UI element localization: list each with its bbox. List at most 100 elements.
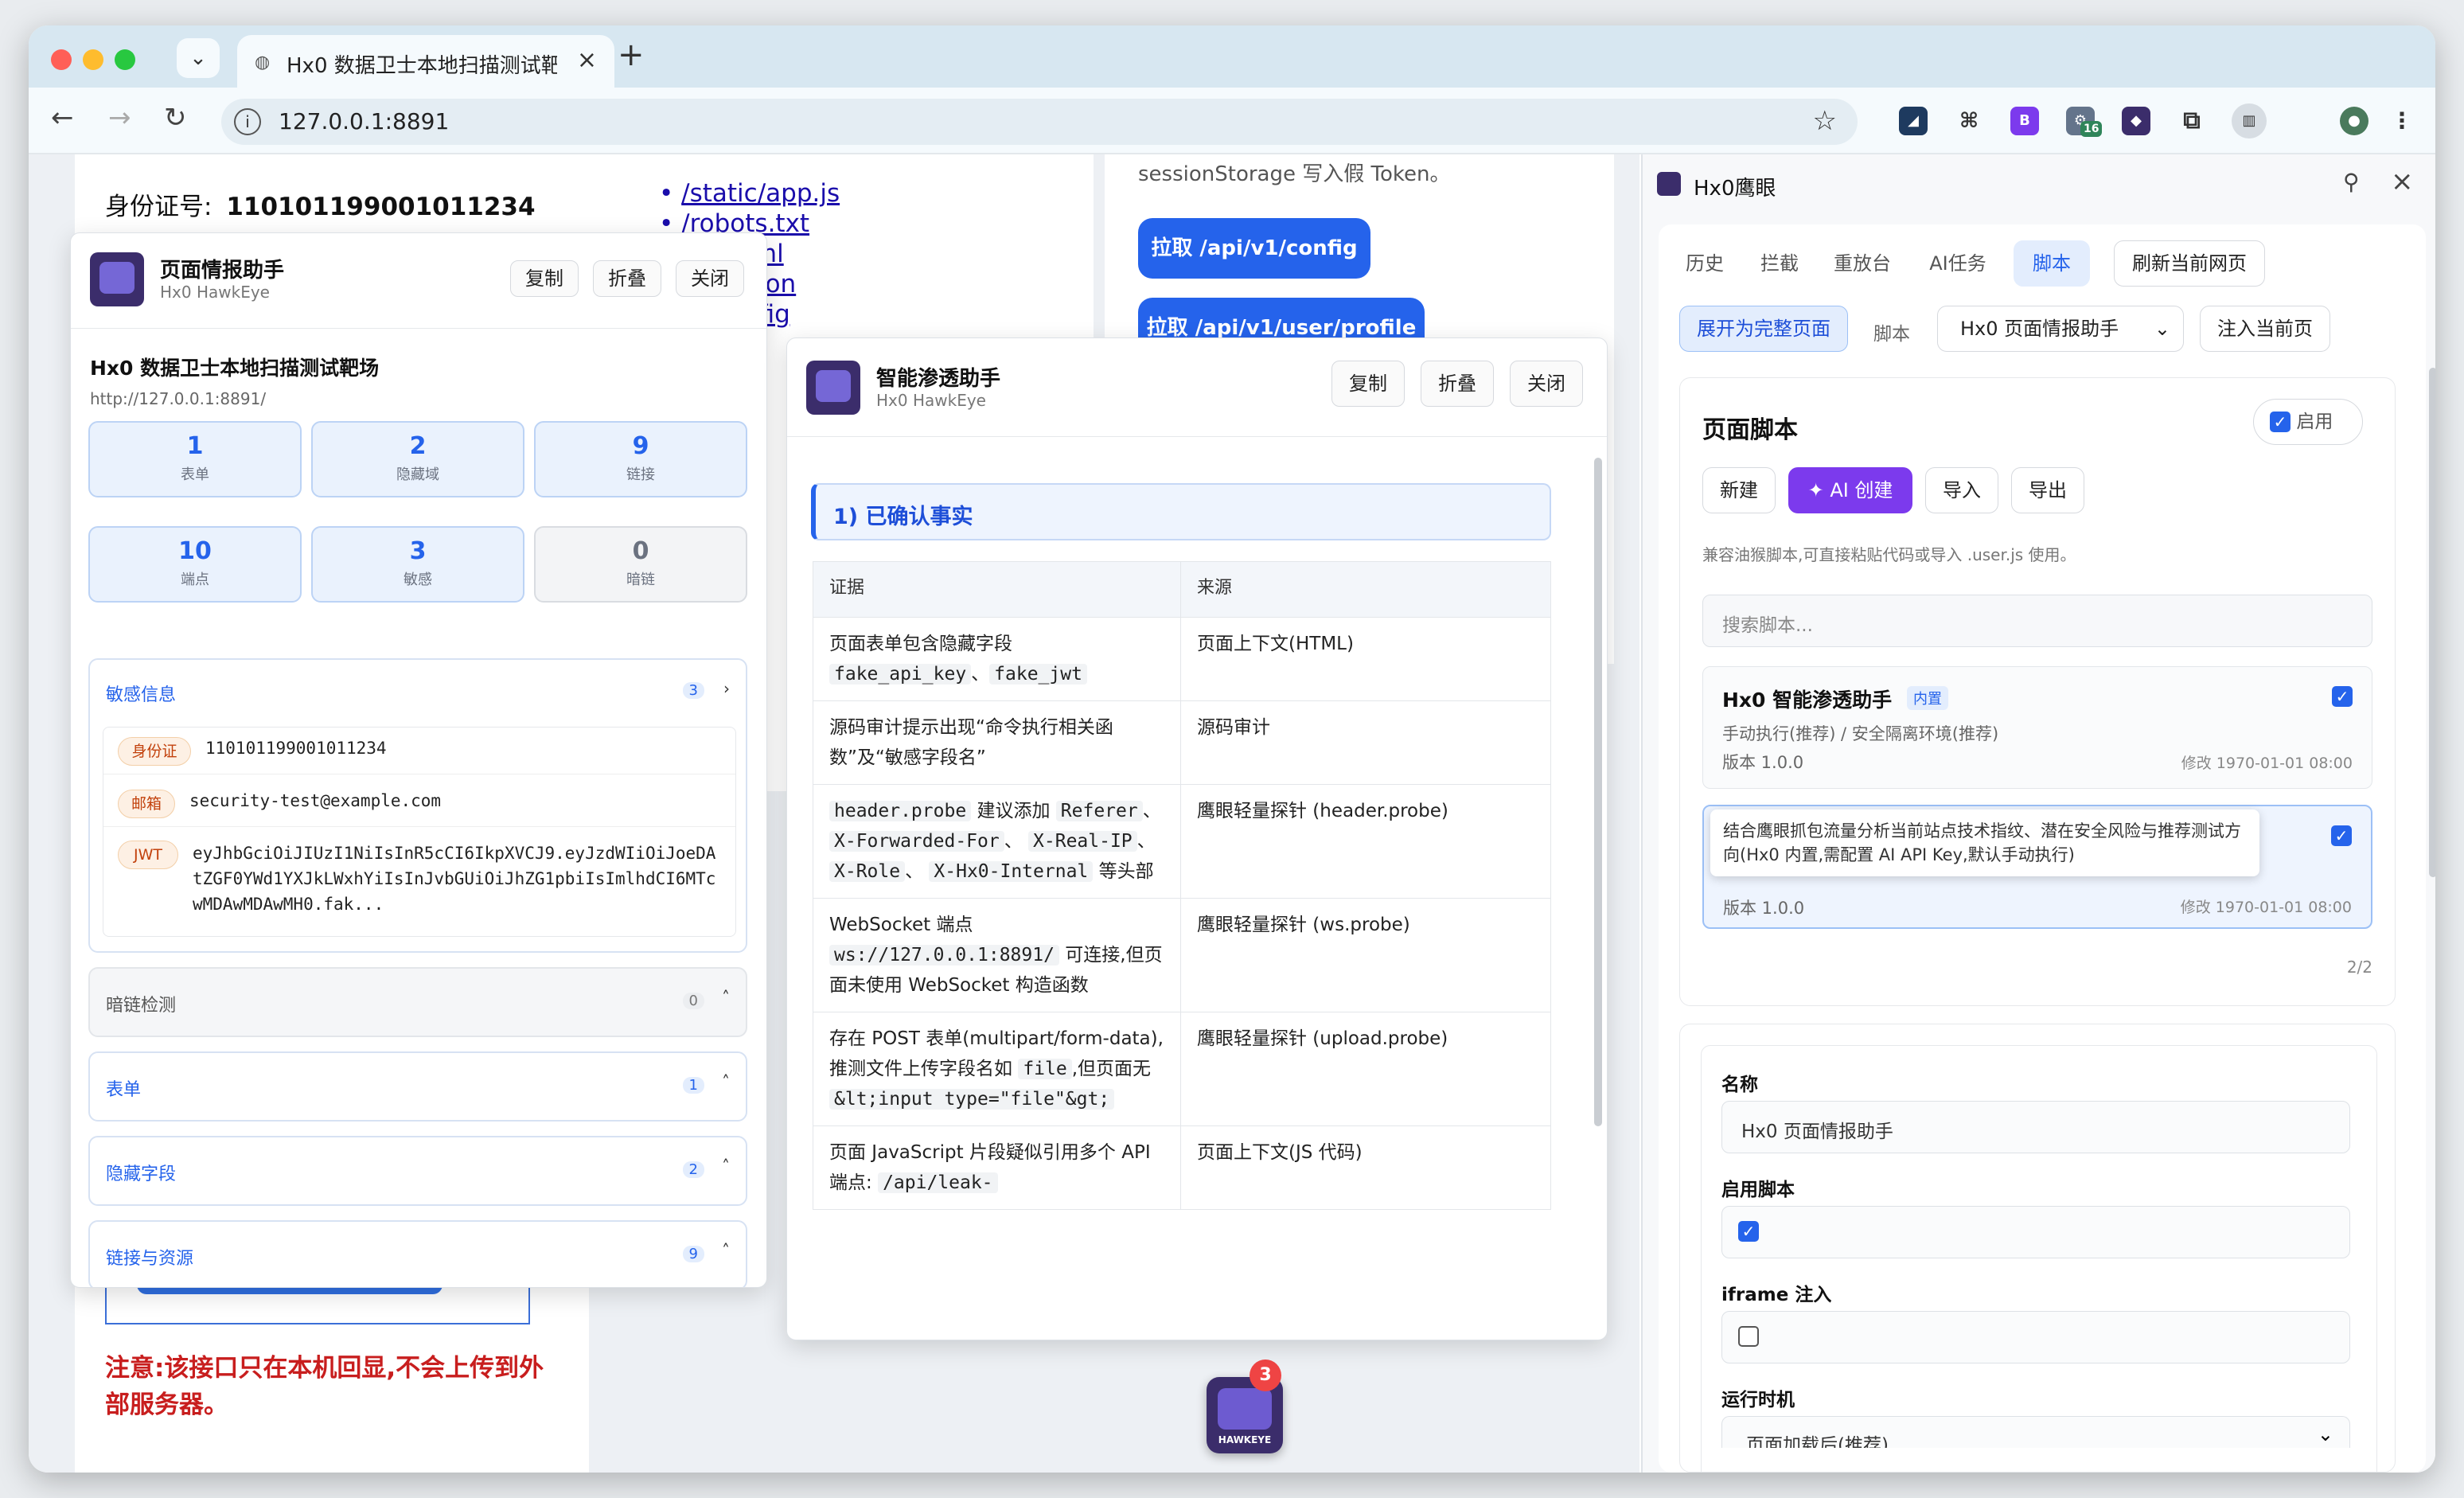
maximize-window-button[interactable] [115,49,135,70]
fold-button[interactable]: 折叠 [593,260,661,297]
browser-tab[interactable]: ◍ Hx0 数据卫士本地扫描测试靶场 × [237,35,614,88]
tab-search-button[interactable]: ⌄ [177,38,220,78]
extension-icon[interactable]: ◢ [1899,107,1928,135]
profile-avatar[interactable]: ● [2340,107,2368,135]
hawkeye-extension-icon[interactable]: ◆ [2122,107,2150,135]
enable-checkbox[interactable]: ✓ [2270,412,2291,432]
ai-create-button[interactable]: ✦ AI 创建 [1788,467,1912,513]
sensitive-jwt-value: eyJhbGciOiJIUzI1NiIsInR5cCI6IkpXVCJ9.eyJ… [193,844,716,914]
close-button[interactable]: 关闭 [1510,361,1583,407]
scanned-page-title: Hx0 数据卫士本地扫描测试靶场 [90,357,380,380]
popup-scrollbar[interactable] [1594,458,1602,1126]
search-placeholder: 搜索脚本... [1722,615,1813,636]
confirmed-facts-heading: 1) 已确认事实 [811,483,1551,540]
script-search-input[interactable]: 搜索脚本... [1702,595,2372,647]
script-version: 版本 1.0.0 [1723,899,1805,918]
tab-ai-tasks[interactable]: AI任务 [1913,240,2002,287]
forward-icon[interactable]: → [108,102,131,134]
script-enabled-checkbox[interactable]: ✓ [2332,686,2353,707]
expand-full-page-button[interactable]: 展开为完整页面 [1679,306,1848,352]
links-resources-section[interactable]: 链接与资源 9 ˄ [88,1220,747,1287]
tab-history[interactable]: 历史 [1671,240,1738,287]
close-panel-icon[interactable]: × [2391,166,2414,197]
tab-intercept[interactable]: 拦截 [1746,240,1813,287]
copy-button[interactable]: 复制 [1331,361,1405,407]
stat-links[interactable]: 9 链接 [534,421,747,497]
enable-script-label: 启用脚本 [1721,1180,1795,1200]
enable-script-field: ✓ [1721,1206,2350,1258]
iframe-inject-checkbox[interactable] [1738,1326,1759,1347]
globe-icon: ◍ [255,53,271,72]
hawkeye-floating-button[interactable]: HAWKEYE 3 [1207,1360,1283,1453]
minimize-window-button[interactable] [83,49,103,70]
run-at-select[interactable]: 页面加载后(推荐) ⌄ [1721,1416,2350,1448]
side-panel-icon[interactable]: ▥ [2232,103,2267,138]
stat-dark-links[interactable]: 0 暗链 [534,526,747,603]
close-tab-icon[interactable]: × [577,46,597,74]
links-resources-count: 9 [682,1246,704,1262]
robot-extension-icon[interactable]: ⌘ [1955,107,1983,135]
evidence-cell: WebSocket 端点 ws://127.0.0.1:8891/ 可连接,但页… [813,898,1181,1012]
fetch-config-button[interactable]: 拉取 /api/v1/config [1138,218,1370,279]
tab-title: Hx0 数据卫士本地扫描测试靶场 [287,54,557,78]
import-button[interactable]: 导入 [1925,467,1998,513]
script-item[interactable]: Hx0 智能渗透助手 内置 手动执行(推荐) / 安全隔离环境(推荐) 版本 1… [1702,666,2372,789]
script-select[interactable]: Hx0 页面情报助手 ⌄ [1937,306,2184,352]
compat-note: 兼容油猴脚本,可直接粘贴代码或导入 .user.js 使用。 [1702,545,2076,564]
reload-icon[interactable]: ↻ [164,102,187,134]
confirmed-facts-title: 1) 已确认事实 [833,505,973,529]
hidden-fields-section[interactable]: 隐藏字段 2 ˄ [88,1136,747,1206]
puzzle-icon[interactable]: ⧉ [2177,107,2206,135]
sensitive-id-value: 110101199001011234 [205,739,387,758]
evidence-cell: header.probe 建议添加 Referer、 X-Forwarded-F… [813,784,1181,899]
tab-replay[interactable]: 重放台 [1821,240,1904,287]
address-bar[interactable]: i 127.0.0.1:8891 ☆ [221,99,1858,145]
link-app-js[interactable]: • /static/app.js [659,178,840,209]
forms-section[interactable]: 表单 1 ˄ [88,1051,747,1122]
refresh-page-button[interactable]: 刷新当前网页 [2114,240,2265,287]
tab-strip: ⌄ ◍ Hx0 数据卫士本地扫描测试靶场 × + [29,25,2435,88]
session-note: sessionStorage 写入假 Token。 [1138,162,1451,186]
bookmark-star-icon[interactable]: ☆ [1813,105,1837,137]
inject-page-button[interactable]: 注入当前页 [2200,306,2330,352]
panel-scrollbar[interactable] [2429,368,2435,877]
script-item-selected[interactable]: 版本 1.0.0 修改 1970-01-01 08:00 ✓ 结合鹰眼抓包流量分… [1702,805,2372,929]
stat-endpoints[interactable]: 10 端点 [88,526,302,603]
b-extension-icon[interactable]: B [2010,107,2039,135]
evidence-cell: 页面 JavaScript 片段疑似引用多个 API 端点: /api/leak… [813,1125,1181,1210]
enable-toggle[interactable]: ✓ 启用 [2253,399,2363,445]
forms-count: 1 [682,1077,704,1094]
source-cell: 源码审计 [1180,700,1551,785]
pin-icon[interactable]: ⚲ [2343,169,2360,195]
fold-button[interactable]: 折叠 [1421,361,1494,407]
tag-jwt: JWT [118,841,178,869]
sensitive-items-list: 身份证 110101199001011234 邮箱 security-test@… [103,727,736,937]
copy-button[interactable]: 复制 [510,260,579,297]
tab-scripts[interactable]: 脚本 [2014,240,2090,287]
name-input[interactable]: Hx0 页面情报助手 [1721,1101,2350,1153]
enable-script-checkbox[interactable]: ✓ [1738,1221,1759,1242]
badge-extension-icon[interactable]: ⚙ 16 [2066,107,2103,137]
menu-icon[interactable]: ⋮ [2388,107,2416,135]
script-desc: 手动执行(推荐) / 安全隔离环境(推荐) [1722,724,1999,743]
close-button[interactable]: 关闭 [676,260,744,297]
stat-hidden-fields[interactable]: 2 隐藏域 [311,421,524,497]
chevron-down-icon: ⌄ [2317,1423,2333,1445]
dark-link-section[interactable]: 暗链检测 0 ˄ [88,967,747,1037]
new-tab-button[interactable]: + [618,37,645,73]
close-window-button[interactable] [51,49,72,70]
script-enabled-checkbox[interactable]: ✓ [2331,825,2352,846]
stat-forms[interactable]: 1 表单 [88,421,302,497]
browser-toolbar: ← → ↻ i 127.0.0.1:8891 ☆ ◢ ⌘ B ⚙ 16 ◆ ⧉ ▥… [29,88,2435,154]
export-button[interactable]: 导出 [2011,467,2084,513]
site-info-icon[interactable]: i [234,108,261,135]
table-row: 源码审计提示出现“命令执行相关函数”及“敏感字段名” 源码审计 [813,700,1551,785]
url-text[interactable]: 127.0.0.1:8891 [279,108,449,135]
chevron-right-icon[interactable]: › [723,679,730,698]
stat-sensitive[interactable]: 3 敏感 [311,526,524,603]
new-script-button[interactable]: 新建 [1702,467,1776,513]
back-icon[interactable]: ← [51,102,74,134]
sensitive-email-value: security-test@example.com [189,791,442,810]
sensitive-info-title[interactable]: 敏感信息 [106,681,176,706]
table-row: 页面表单包含隐藏字段 fake_api_key、 fake_jwt 页面上下文(HT… [813,617,1551,701]
